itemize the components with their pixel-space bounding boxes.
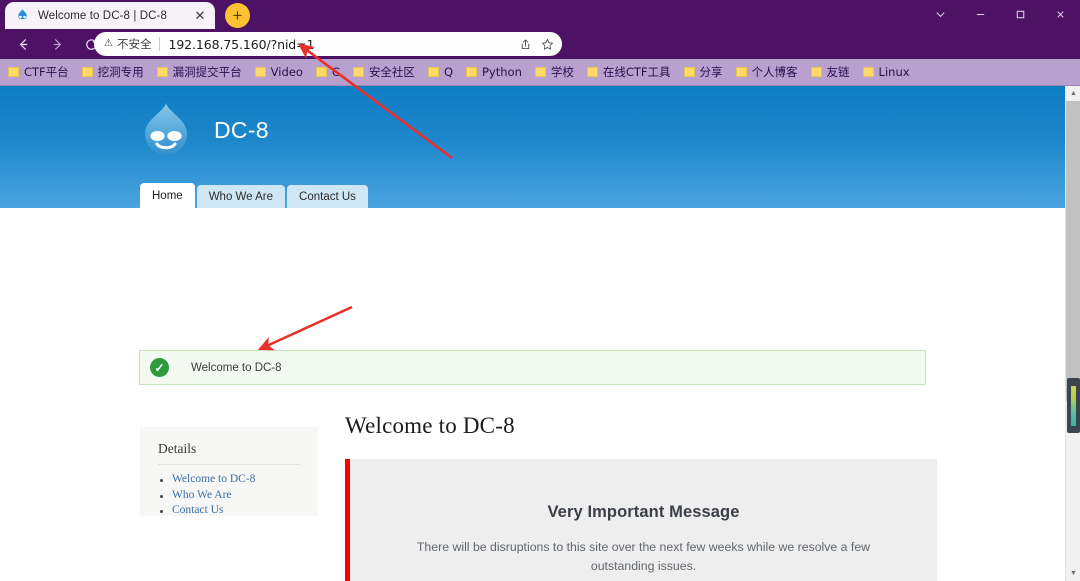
drupal-droplet-icon [15,8,30,23]
details-sidebar-block: Details Welcome to DC-8 Who We Are Conta… [140,427,318,516]
list-item: Welcome to DC-8 [158,473,318,485]
folder-icon [315,67,327,77]
bookmark-item[interactable]: 挖洞专用 [81,64,144,80]
sidebar-link-list: Welcome to DC-8 Who We Are Contact Us [158,473,318,516]
bookmark-label: 安全社区 [368,65,415,79]
important-message-blockquote: Very Important Message There will be dis… [345,459,937,581]
bookmark-item[interactable]: CTF平台 [8,64,69,80]
blockquote-heading: Very Important Message [547,503,740,521]
security-status-label: 不安全 [116,37,152,51]
bookmark-item[interactable]: 友链 [810,64,850,80]
scroll-up-icon[interactable]: ▲ [1066,86,1080,101]
bookmark-item[interactable]: 学校 [534,64,574,80]
folder-icon [862,67,874,77]
folder-icon [735,67,747,77]
bookmark-item[interactable]: C [315,65,340,79]
drupal-droplet-icon [140,101,192,159]
bookmark-item[interactable]: 个人博客 [735,64,798,80]
bookmark-label: Q [443,65,453,79]
scroll-down-icon[interactable]: ▼ [1066,566,1080,581]
sidebar-link-contact-us[interactable]: Contact Us [172,504,223,516]
site-header: DC-8 Home Who We Are Contact Us [0,86,1065,208]
site-title: DC-8 [214,116,269,143]
bookmark-label: 分享 [699,65,723,79]
scrollbar-thumb[interactable] [1067,378,1080,433]
site-branding[interactable]: DC-8 [140,101,269,159]
bookmark-item[interactable]: Python [466,65,522,79]
folder-icon [534,67,546,77]
sidebar-link-welcome[interactable]: Welcome to DC-8 [172,473,255,485]
blockquote-paragraph: There will be disruptions to this site o… [416,540,871,574]
sidebar-heading: Details [158,441,300,465]
status-message: ✓ Welcome to DC-8 [139,350,926,385]
folder-icon [81,67,93,77]
success-check-icon: ✓ [150,358,169,377]
navigation-bar: ⚠ 不安全 192.168.75.160/?nid=1 H ¶ ♟ [0,29,1080,83]
browser-chrome: Welcome to DC-8 | DC-8 ✕ + ⚠ 不安全 192.168… [0,0,1080,86]
list-item: Who We Are [158,489,318,501]
browser-window: Welcome to DC-8 | DC-8 ✕ + ⚠ 不安全 192.168… [0,0,1080,581]
bookmarks-bar: CTF平台 挖洞专用 漏洞提交平台 Video C 安全社区 Q Python … [0,59,1080,86]
bookmark-label: 漏洞提交平台 [172,65,242,79]
main-content: Welcome to DC-8 Very Important Message T… [345,413,937,581]
bookmark-label: C [331,65,340,79]
scrollbar-thumb-indicator [1071,385,1076,426]
page-viewport: DC-8 Home Who We Are Contact Us ✓ Welcom… [0,86,1065,581]
status-message-text: Welcome to DC-8 [191,361,282,374]
star-icon[interactable] [536,34,558,54]
bookmark-label: Video [270,65,303,79]
folder-icon [156,67,168,77]
close-icon[interactable]: ✕ [191,7,209,25]
warning-triangle-icon: ⚠ [104,38,113,49]
bookmark-label: Linux [878,65,910,79]
browser-tab-title: Welcome to DC-8 | DC-8 [38,9,167,22]
back-arrow-icon[interactable] [8,31,38,57]
page-title: Welcome to DC-8 [345,413,515,438]
bookmark-item[interactable]: 漏洞提交平台 [156,64,242,80]
forward-arrow-icon[interactable] [42,31,72,57]
folder-icon [586,67,598,77]
maximize-icon[interactable] [1000,0,1040,29]
bookmark-item[interactable]: 分享 [683,64,723,80]
sidebar-link-who-we-are[interactable]: Who We Are [172,489,232,501]
bookmark-item[interactable]: 在线CTF工具 [586,64,671,80]
url-text[interactable]: 192.168.75.160/?nid=1 [168,37,514,52]
folder-icon [254,67,266,77]
browser-tab-active[interactable]: Welcome to DC-8 | DC-8 ✕ [5,2,215,29]
bookmark-item[interactable]: Linux [862,65,910,79]
close-window-icon[interactable] [1040,0,1080,29]
omnibox-divider [159,37,161,51]
nav-tab-who-we-are[interactable]: Who We Are [196,185,286,208]
primary-nav: Home Who We Are Contact Us [140,183,370,208]
bookmark-label: 挖洞专用 [97,65,144,79]
folder-icon [683,67,695,77]
bookmark-label: Python [482,65,522,79]
address-bar[interactable]: ⚠ 不安全 192.168.75.160/?nid=1 [94,32,562,56]
list-item: Contact Us [158,504,318,516]
folder-icon [466,67,477,77]
chevron-down-icon[interactable] [920,0,960,29]
tab-strip: Welcome to DC-8 | DC-8 ✕ + [0,0,1080,29]
bookmark-label: 在线CTF工具 [602,65,671,79]
scrollbar-track[interactable] [1066,101,1080,401]
folder-icon [427,67,439,77]
nav-tab-home[interactable]: Home [140,183,195,208]
bookmark-label: 个人博客 [751,65,798,79]
minimize-icon[interactable] [960,0,1000,29]
folder-icon [8,67,19,77]
bookmark-label: 友链 [826,65,850,79]
bookmark-label: CTF平台 [24,65,69,79]
bookmark-item[interactable]: Q [427,65,453,79]
nav-tab-contact-us[interactable]: Contact Us [287,185,368,208]
page-scrollbar[interactable]: ▲ ▼ [1065,86,1080,581]
folder-icon [810,67,822,77]
window-controls [920,0,1080,29]
bookmark-label: 学校 [550,65,574,79]
bookmark-item[interactable]: Video [254,65,303,79]
share-icon[interactable] [514,34,536,54]
folder-icon [352,67,364,77]
new-tab-button[interactable]: + [225,3,250,28]
bookmark-item[interactable]: 安全社区 [352,64,415,80]
